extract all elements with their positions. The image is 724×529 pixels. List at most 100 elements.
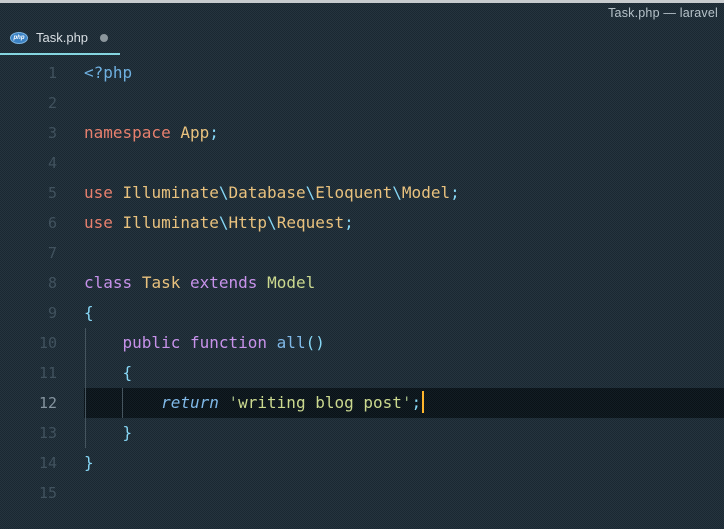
line-number[interactable]: 5 bbox=[0, 178, 84, 208]
code-text: { bbox=[84, 358, 724, 388]
line-number[interactable]: 9 bbox=[0, 298, 84, 328]
line-number[interactable]: 12 bbox=[0, 388, 84, 418]
line-number[interactable]: 3 bbox=[0, 118, 84, 148]
code-token bbox=[132, 273, 142, 292]
php-icon-label: php bbox=[14, 35, 25, 41]
code-token bbox=[219, 393, 229, 412]
code-token: return bbox=[161, 393, 219, 412]
code-line[interactable]: 6use Illuminate\Http\Request; bbox=[0, 208, 724, 238]
code-token bbox=[84, 423, 123, 442]
code-editor-window: Task.php — laravel php Task.php 1<?php23… bbox=[0, 0, 724, 529]
line-number[interactable]: 11 bbox=[0, 358, 84, 388]
tab-label: Task.php bbox=[36, 30, 88, 45]
line-number[interactable]: 8 bbox=[0, 268, 84, 298]
line-number[interactable]: 2 bbox=[0, 88, 84, 118]
code-token: namespace bbox=[84, 123, 171, 142]
code-text: class Task extends Model bbox=[84, 268, 724, 298]
code-token: function bbox=[190, 333, 267, 352]
code-token: Model bbox=[402, 183, 450, 202]
code-token: \ bbox=[392, 183, 402, 202]
code-line[interactable]: 15 bbox=[0, 478, 724, 508]
line-number[interactable]: 15 bbox=[0, 478, 84, 508]
code-token bbox=[84, 363, 123, 382]
code-line[interactable]: 11 { bbox=[0, 358, 724, 388]
code-text: public function all() bbox=[84, 328, 724, 358]
code-token: ; bbox=[344, 213, 354, 232]
code-token: Illuminate bbox=[123, 183, 219, 202]
code-text: } bbox=[84, 448, 724, 478]
code-token bbox=[113, 213, 123, 232]
code-line[interactable]: 8class Task extends Model bbox=[0, 268, 724, 298]
code-token: Illuminate bbox=[123, 213, 219, 232]
code-token: App bbox=[180, 123, 209, 142]
code-token: } bbox=[123, 423, 133, 442]
tab-bar: php Task.php bbox=[0, 22, 724, 55]
code-token bbox=[113, 183, 123, 202]
code-text: { bbox=[84, 298, 724, 328]
code-token bbox=[171, 123, 181, 142]
line-number[interactable]: 1 bbox=[0, 58, 84, 88]
code-token: \ bbox=[219, 183, 229, 202]
code-token: ' bbox=[402, 393, 412, 412]
code-token: use bbox=[84, 183, 113, 202]
code-token: () bbox=[306, 333, 325, 352]
modified-indicator-dot[interactable] bbox=[100, 34, 108, 42]
code-text bbox=[84, 478, 724, 508]
code-text: use Illuminate\Database\Eloquent\Model; bbox=[84, 178, 724, 208]
php-file-icon: php bbox=[10, 32, 28, 44]
line-number[interactable]: 14 bbox=[0, 448, 84, 478]
line-number[interactable]: 10 bbox=[0, 328, 84, 358]
code-line[interactable]: 14} bbox=[0, 448, 724, 478]
code-token: class bbox=[84, 273, 132, 292]
code-token: Task bbox=[142, 273, 181, 292]
code-text: } bbox=[84, 418, 724, 448]
code-token bbox=[257, 273, 267, 292]
code-token bbox=[84, 333, 123, 352]
line-number[interactable]: 4 bbox=[0, 148, 84, 178]
code-token: } bbox=[84, 453, 94, 472]
code-text: namespace App; bbox=[84, 118, 724, 148]
code-line[interactable]: 5use Illuminate\Database\Eloquent\Model; bbox=[0, 178, 724, 208]
code-text bbox=[84, 88, 724, 118]
code-token: ; bbox=[209, 123, 219, 142]
code-token: ' bbox=[229, 393, 239, 412]
code-token: \ bbox=[306, 183, 316, 202]
code-token bbox=[267, 333, 277, 352]
code-token: Eloquent bbox=[315, 183, 392, 202]
code-text: <?php bbox=[84, 58, 724, 88]
code-token: use bbox=[84, 213, 113, 232]
code-token: ; bbox=[412, 393, 422, 412]
titlebar: Task.php — laravel bbox=[0, 3, 724, 22]
code-token: all bbox=[277, 333, 306, 352]
code-token: public bbox=[123, 333, 181, 352]
code-token: <?php bbox=[84, 63, 132, 82]
code-line[interactable]: 7 bbox=[0, 238, 724, 268]
code-line[interactable]: 2 bbox=[0, 88, 724, 118]
code-token: { bbox=[84, 303, 94, 322]
line-number[interactable]: 6 bbox=[0, 208, 84, 238]
code-line[interactable]: 12 return 'writing blog post'; bbox=[0, 388, 724, 418]
code-line[interactable]: 10 public function all() bbox=[0, 328, 724, 358]
code-text: use Illuminate\Http\Request; bbox=[84, 208, 724, 238]
line-number[interactable]: 7 bbox=[0, 238, 84, 268]
window-title: Task.php — laravel bbox=[608, 6, 718, 20]
code-token: Http bbox=[229, 213, 268, 232]
code-line[interactable]: 3namespace App; bbox=[0, 118, 724, 148]
code-token: Database bbox=[229, 183, 306, 202]
code-token: extends bbox=[190, 273, 257, 292]
code-line[interactable]: 1<?php bbox=[0, 58, 724, 88]
code-line[interactable]: 4 bbox=[0, 148, 724, 178]
code-token: Model bbox=[267, 273, 315, 292]
code-token bbox=[180, 333, 190, 352]
code-line[interactable]: 9{ bbox=[0, 298, 724, 328]
code-token bbox=[84, 393, 161, 412]
code-line[interactable]: 13 } bbox=[0, 418, 724, 448]
code-text bbox=[84, 148, 724, 178]
code-editor[interactable]: 1<?php23namespace App;45use Illuminate\D… bbox=[0, 55, 724, 529]
line-number[interactable]: 13 bbox=[0, 418, 84, 448]
code-text: return 'writing blog post'; bbox=[84, 388, 724, 418]
code-token bbox=[180, 273, 190, 292]
tab-task-php[interactable]: php Task.php bbox=[0, 22, 120, 55]
code-token: { bbox=[123, 363, 133, 382]
code-token: \ bbox=[219, 213, 229, 232]
